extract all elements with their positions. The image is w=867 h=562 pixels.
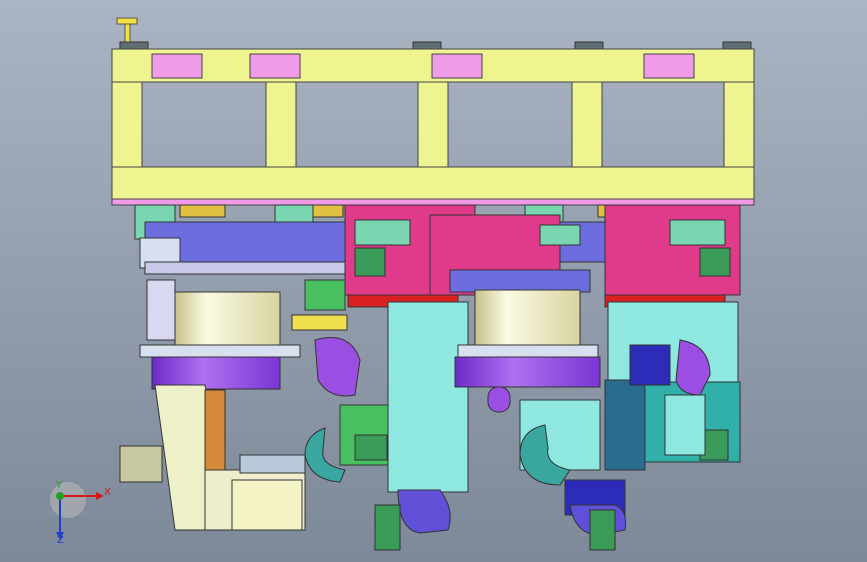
triad-z-label: Z <box>57 535 64 546</box>
cad-assembly-view <box>0 0 867 562</box>
triad-x-label: X <box>104 487 111 498</box>
cad-viewport[interactable]: X Y Z <box>0 0 867 562</box>
triad-y-label: Y <box>56 480 63 491</box>
